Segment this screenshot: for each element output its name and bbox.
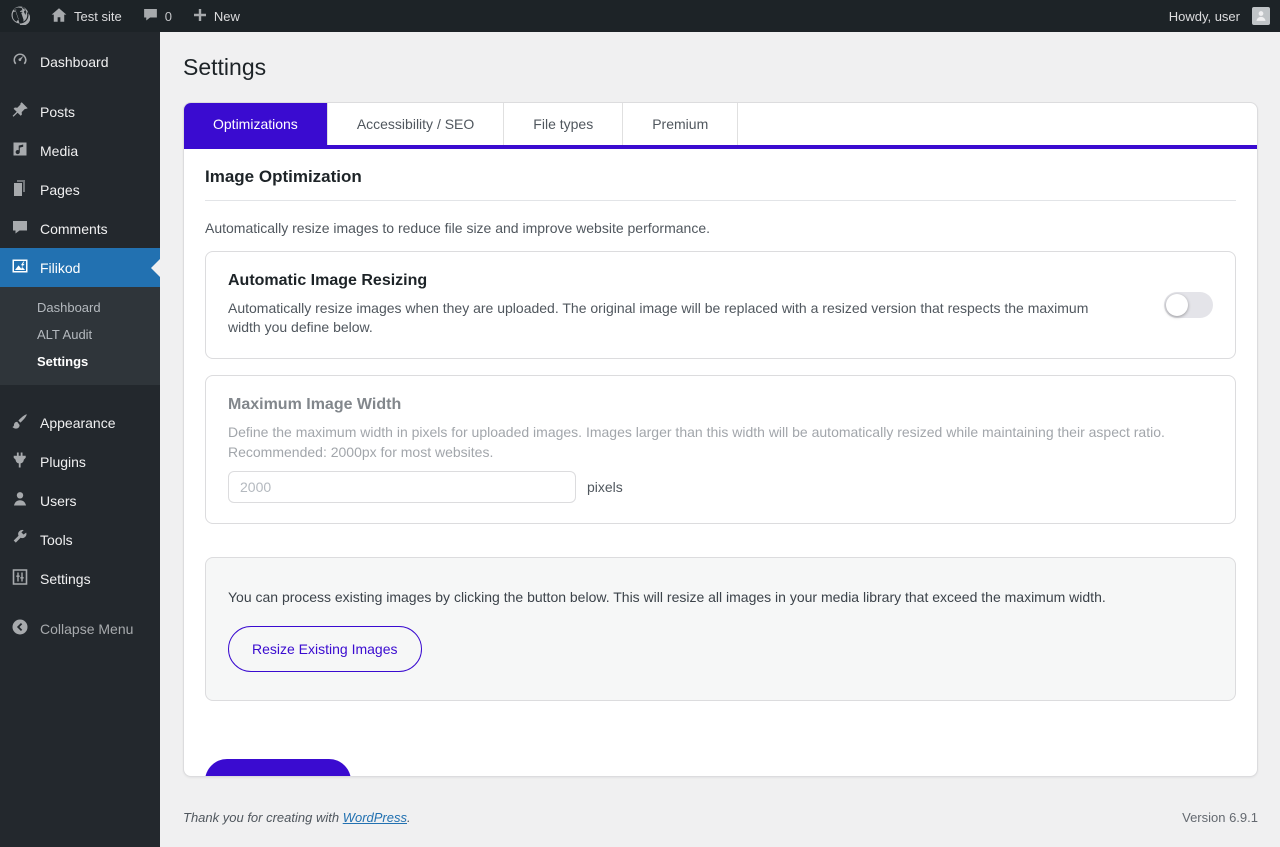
menu-separator [0,598,160,609]
sidebar-item-comments[interactable]: Comments [0,209,160,248]
max-width-title: Maximum Image Width [228,396,1213,414]
sidebar-item-settings[interactable]: Settings [0,559,160,598]
submenu-item-dashboard[interactable]: Dashboard [0,294,160,321]
collapse-menu-button[interactable]: Collapse Menu [0,609,160,648]
filikod-submenu: Dashboard ALT Audit Settings [0,287,160,385]
filikod-image-icon [10,256,30,279]
settings-panel: Optimizations Accessibility / SEO File t… [183,102,1258,777]
section-heading: Image Optimization [205,167,1236,201]
auto-resize-description: Automatically resize images when they ar… [228,299,1124,338]
sidebar-item-filikod[interactable]: Filikod [0,248,160,287]
thanks-suffix: . [407,810,411,825]
plus-icon [192,7,208,26]
paintbrush-icon [10,411,30,434]
save-changes-button[interactable]: Save Changes [205,759,351,777]
plug-icon [10,450,30,473]
howdy-label: Howdy, user [1169,9,1240,24]
comment-bubble-icon [142,6,159,26]
sidebar-item-label: Comments [40,221,108,237]
process-existing-description: You can process existing images by click… [228,588,1213,608]
submenu-item-settings[interactable]: Settings [0,348,160,375]
admin-sidebar: Dashboard Posts Media Pages Comments [0,32,160,847]
settings-sliders-icon [10,567,30,590]
avatar [1252,7,1270,25]
sidebar-item-label: Users [40,493,77,509]
new-content-menu[interactable]: New [182,0,250,32]
pixels-unit-label: pixels [587,479,623,495]
comment-count: 0 [165,9,172,24]
sidebar-item-plugins[interactable]: Plugins [0,442,160,481]
collapse-arrow-icon [10,617,30,640]
tab-accessibility-seo[interactable]: Accessibility / SEO [328,103,504,145]
new-label: New [214,9,240,24]
sidebar-item-users[interactable]: Users [0,481,160,520]
home-icon [50,6,68,27]
auto-resize-title: Automatic Image Resizing [228,272,1124,290]
sidebar-item-posts[interactable]: Posts [0,92,160,131]
resize-existing-images-button[interactable]: Resize Existing Images [228,626,422,672]
page-title: Settings [183,32,1258,83]
current-menu-arrow [151,259,160,277]
wrench-icon [10,528,30,551]
process-existing-card: You can process existing images by click… [205,557,1236,701]
media-icon [10,139,30,162]
max-width-input[interactable] [228,471,576,503]
auto-resize-toggle[interactable] [1164,292,1213,318]
sidebar-item-pages[interactable]: Pages [0,170,160,209]
wordpress-link[interactable]: WordPress [343,810,407,825]
sidebar-item-dashboard[interactable]: Dashboard [0,42,160,81]
howdy-menu[interactable]: Howdy, user [1159,0,1280,32]
footer-thanks: Thank you for creating with WordPress. [183,810,411,825]
comments-icon [10,217,30,240]
sidebar-item-media[interactable]: Media [0,131,160,170]
sidebar-item-label: Posts [40,104,75,120]
auto-resize-card: Automatic Image Resizing Automatically r… [205,251,1236,359]
tab-file-types[interactable]: File types [504,103,623,145]
comments-menu[interactable]: 0 [132,0,182,32]
sidebar-item-label: Dashboard [40,54,109,70]
submenu-item-alt-audit[interactable]: ALT Audit [0,321,160,348]
section-intro: Automatically resize images to reduce fi… [205,220,1236,236]
menu-separator [0,81,160,92]
tab-premium[interactable]: Premium [623,103,738,145]
sidebar-item-appearance[interactable]: Appearance [0,403,160,442]
pages-icon [10,178,30,201]
user-icon [10,489,30,512]
sidebar-item-label: Tools [40,532,73,548]
toggle-knob [1166,294,1188,316]
site-name-label: Test site [74,9,122,24]
wordpress-logo-icon [10,5,30,28]
sidebar-item-label: Plugins [40,454,86,470]
dashboard-icon [10,50,30,73]
admin-bar: Test site 0 New Howdy, user [0,0,1280,32]
version-label: Version 6.9.1 [1182,810,1258,825]
max-width-description: Define the maximum width in pixels for u… [228,423,1213,462]
sidebar-item-label: Media [40,143,78,159]
admin-footer: Thank you for creating with WordPress. V… [183,810,1258,825]
sidebar-item-label: Settings [40,571,91,587]
sidebar-item-tools[interactable]: Tools [0,520,160,559]
menu-separator [0,385,160,403]
pushpin-icon [10,100,30,123]
tab-optimizations[interactable]: Optimizations [184,103,328,145]
wordpress-logo-menu[interactable] [0,0,40,32]
sidebar-item-label: Pages [40,182,80,198]
tab-bar: Optimizations Accessibility / SEO File t… [184,103,1257,145]
sidebar-item-label: Filikod [40,260,80,276]
thanks-prefix: Thank you for creating with [183,810,343,825]
site-name-menu[interactable]: Test site [40,0,132,32]
main-content: Settings Optimizations Accessibility / S… [160,32,1280,847]
max-width-card: Maximum Image Width Define the maximum w… [205,375,1236,524]
sidebar-item-label: Appearance [40,415,116,431]
collapse-menu-label: Collapse Menu [40,621,133,637]
